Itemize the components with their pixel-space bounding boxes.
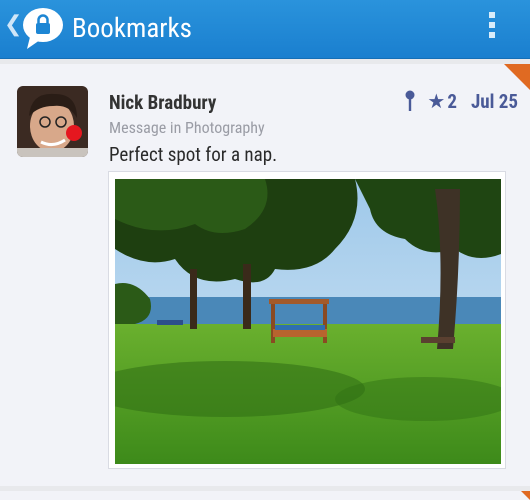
post-date: Jul 25 [470, 89, 518, 113]
app-bar: ❮ Bookmarks [0, 0, 530, 59]
unread-marker-next [521, 491, 530, 500]
post-meta: ★ 2 Jul 25 [403, 89, 518, 113]
speech-bubble-lock-icon[interactable] [20, 5, 66, 51]
post-body: Perfect spot for a nap. [109, 143, 278, 166]
avatar[interactable] [17, 86, 88, 157]
post-card[interactable]: Nick Bradbury ★ 2 Jul 25 Message in Phot… [0, 64, 530, 486]
unread-marker [504, 64, 530, 90]
next-post-card[interactable] [0, 491, 530, 500]
author-name[interactable]: Nick Bradbury [109, 91, 216, 114]
star-icon: ★ [427, 89, 446, 113]
star-count: 2 [447, 89, 457, 113]
page-title: Bookmarks [72, 12, 192, 44]
forum-label[interactable]: Message in Photography [109, 118, 265, 137]
post-photo[interactable] [115, 179, 501, 464]
photo-frame[interactable] [108, 171, 506, 469]
overflow-menu-icon[interactable] [488, 12, 496, 42]
pin-icon [405, 90, 415, 111]
